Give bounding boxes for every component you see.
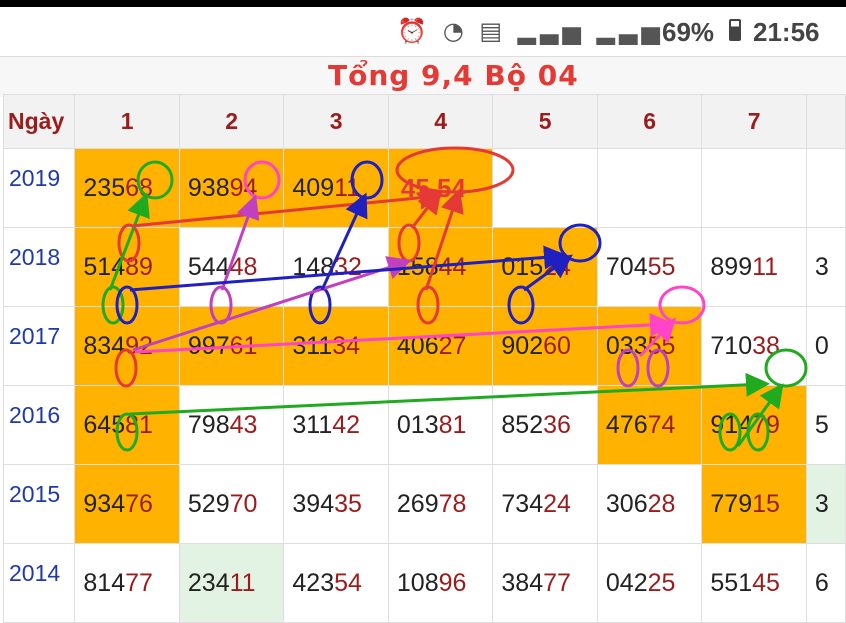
circle-mark [507,285,535,325]
result-prefix: 042 [605,568,648,597]
circle-mark [658,285,706,325]
circle-mark [136,160,174,200]
circle-mark [115,412,139,452]
result-prefix: 6 [814,568,829,597]
arrow-mark [134,312,674,354]
result-cell: 81477 [74,543,180,623]
circle-mark [646,348,670,388]
result-cell: 10896 [387,543,494,623]
result-prefix: 814 [83,568,126,597]
result-tail: 11 [229,568,256,597]
circle-mark [209,285,233,325]
result-prefix: 108 [396,568,439,597]
result-tail: 77 [125,568,153,597]
result-prefix: 384 [501,568,544,597]
result-cell: 55145 [701,543,807,623]
circle-mark [115,285,139,325]
arrow-mark [424,188,464,291]
result-tail: 77 [543,568,571,597]
arrow-mark [129,372,770,416]
annotation-overlay [101,146,808,452]
table-row: 2014 81477 23411 42354 10896 38477 04225 55145 6 [2,543,846,623]
result-prefix: 234 [187,568,230,597]
circle-mark [558,223,602,263]
circle-mark [114,348,138,388]
circle-mark [764,348,808,388]
circle-mark [616,348,640,388]
result-tail: 45 [752,568,780,597]
circle-mark [416,285,440,325]
result-cell: 42354 [283,543,389,623]
arrow-mark [736,383,784,447]
result-cell: 04225 [596,543,703,623]
result-cell: 6 [805,543,846,623]
result-prefix: 423 [292,568,335,597]
arrow-mark [129,245,568,292]
result-tail: 96 [438,568,467,597]
result-tail: 25 [647,568,676,597]
arrow-mark [131,185,444,228]
arrow-mark [220,194,260,291]
result-prefix: 551 [710,568,753,597]
arrow-mark [132,256,412,352]
result-cell: 23411 [178,543,285,623]
result-cell: 38477 [492,543,598,623]
circle-mark [350,160,384,200]
year-cell: 2014 [2,543,76,623]
circle-mark [243,160,281,200]
arrow-mark [523,254,573,292]
circle-mark [397,223,421,263]
circle-mark [395,146,515,194]
circle-mark [718,412,742,452]
result-tail: 54 [334,568,362,597]
